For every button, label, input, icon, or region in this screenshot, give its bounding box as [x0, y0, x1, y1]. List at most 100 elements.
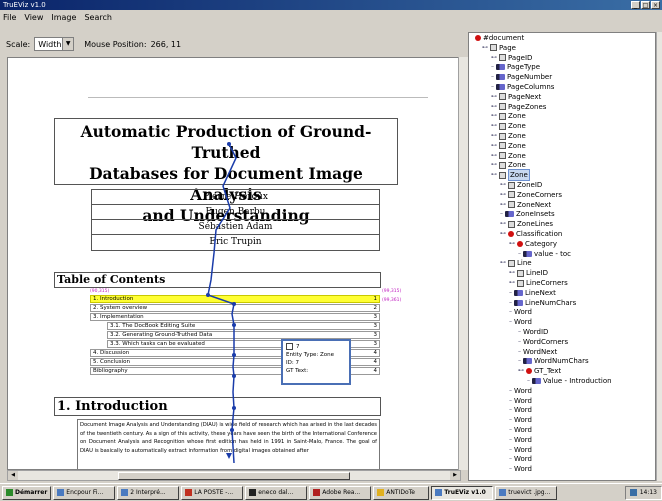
- tree-node[interactable]: ⊷ ZoneCorners: [500, 190, 562, 200]
- taskbar-item[interactable]: eneco dal...: [245, 485, 308, 500]
- maximize-icon[interactable]: □: [641, 1, 650, 9]
- tree-node[interactable]: – Word: [509, 435, 532, 445]
- tree-toggle-icon[interactable]: ⊷: [482, 43, 488, 53]
- tree-toggle-icon[interactable]: –: [509, 386, 512, 396]
- tree-node[interactable]: – LineNumChars: [509, 298, 576, 308]
- tree-toggle-icon[interactable]: –: [491, 82, 494, 92]
- tree-node[interactable]: ⊷ Zone: [491, 141, 526, 151]
- tree-toggle-icon[interactable]: ⊷: [500, 258, 506, 268]
- tree-toggle-icon[interactable]: ⊷: [500, 200, 506, 210]
- menu-image[interactable]: Image: [51, 13, 76, 22]
- tree-toggle-icon[interactable]: –: [518, 249, 521, 259]
- tree-node[interactable]: – Word: [509, 415, 532, 425]
- vertical-scrollbar[interactable]: [458, 57, 468, 470]
- tree-toggle-icon[interactable]: –: [509, 445, 512, 455]
- tree-toggle-icon[interactable]: ⊷: [491, 170, 497, 180]
- tree-toggle-icon[interactable]: ⊷: [509, 239, 515, 249]
- tree-toggle-icon[interactable]: ⊷: [500, 219, 506, 229]
- scroll-left-icon[interactable]: ◀: [8, 471, 18, 480]
- xml-tree-view[interactable]: #document ⊷ Page ⊷ PageID – PageType – PageNumbe…: [468, 32, 656, 481]
- tree-toggle-icon[interactable]: ⊷: [509, 268, 515, 278]
- tree-toggle-icon[interactable]: ⊷: [491, 151, 497, 161]
- tree-node[interactable]: – value - toc: [518, 249, 571, 259]
- tree-toggle-icon[interactable]: –: [491, 62, 494, 72]
- tree-toggle-icon[interactable]: ⊷: [491, 160, 497, 170]
- menu-file[interactable]: File: [3, 13, 16, 22]
- tree-node[interactable]: – Word: [509, 454, 532, 464]
- tree-toggle-icon[interactable]: –: [500, 209, 503, 219]
- tree-node[interactable]: ⊷ Zone: [491, 121, 526, 131]
- tree-node[interactable]: ⊷ Category: [509, 239, 557, 249]
- scroll-right-icon[interactable]: ▶: [450, 471, 460, 480]
- tree-toggle-icon[interactable]: –: [518, 327, 521, 337]
- tree-toggle-icon[interactable]: –: [509, 288, 512, 298]
- tree-toggle-icon[interactable]: –: [509, 425, 512, 435]
- tree-toggle-icon[interactable]: –: [518, 337, 521, 347]
- start-button[interactable]: Démarrer: [2, 485, 52, 500]
- tree-toggle-icon[interactable]: ⊷: [500, 190, 506, 200]
- tree-node[interactable]: – Word: [509, 307, 532, 317]
- tree-toggle-icon[interactable]: –: [509, 317, 512, 327]
- tree-toggle-icon[interactable]: ⊷: [491, 121, 497, 131]
- tree-node[interactable]: – Word: [509, 445, 532, 455]
- tree-toggle-icon[interactable]: ⊷: [500, 180, 506, 190]
- menu-search[interactable]: Search: [84, 13, 111, 22]
- tree-node[interactable]: – LineNext: [509, 288, 556, 298]
- menu-view[interactable]: View: [24, 13, 43, 22]
- tree-toggle-icon[interactable]: –: [509, 464, 512, 474]
- tree-toggle-icon[interactable]: –: [509, 298, 512, 308]
- tree-node[interactable]: – WordNext: [518, 347, 557, 357]
- chevron-down-icon[interactable]: ▼: [62, 38, 74, 50]
- tree-node[interactable]: ⊷ PageNext: [491, 92, 541, 102]
- tree-toggle-icon[interactable]: –: [509, 405, 512, 415]
- tree-toggle-icon[interactable]: ⊷: [491, 53, 497, 63]
- tree-toggle-icon[interactable]: ⊷: [491, 141, 497, 151]
- taskbar-item[interactable]: 2 Interpré...: [117, 485, 180, 500]
- tree-toggle-icon[interactable]: –: [509, 415, 512, 425]
- tree-toggle-icon[interactable]: ⊷: [491, 92, 497, 102]
- tree-toggle-icon[interactable]: ⊷: [491, 111, 497, 121]
- taskbar-item[interactable]: Encpour Fi...: [53, 485, 116, 500]
- tree-toggle-icon[interactable]: –: [509, 396, 512, 406]
- taskbar-item-active[interactable]: TruEViz v1.0: [431, 485, 494, 500]
- tree-node[interactable]: ⊷ Page: [482, 43, 516, 53]
- tree-node[interactable]: – ZoneInsets: [500, 209, 555, 219]
- tree-node[interactable]: ⊷ ZoneNext: [500, 200, 551, 210]
- tree-node[interactable]: – Word: [509, 396, 532, 406]
- tree-node[interactable]: ⊷ Zone: [491, 131, 526, 141]
- tree-toggle-icon[interactable]: ⊷: [509, 278, 515, 288]
- tree-node[interactable]: ⊷ ZoneLines: [500, 219, 553, 229]
- horizontal-scrollbar[interactable]: ◀ ▶: [7, 470, 461, 481]
- tree-node[interactable]: – PageNumber: [491, 72, 552, 82]
- tree-toggle-icon[interactable]: –: [491, 72, 494, 82]
- tree-toggle-icon[interactable]: –: [518, 347, 521, 357]
- tree-node[interactable]: – Word: [509, 464, 532, 474]
- tree-node[interactable]: ⊷ ZoneID: [500, 180, 542, 190]
- tree-node[interactable]: – Word: [509, 405, 532, 415]
- tree-node[interactable]: ⊷ GT_Text: [518, 366, 561, 376]
- tree-node[interactable]: ⊷ PageZones: [491, 102, 546, 112]
- tree-node[interactable]: ⊷ Classification: [500, 229, 562, 239]
- tree-node[interactable]: ⊷ LineID: [509, 268, 548, 278]
- tree-toggle-icon[interactable]: ⊷: [491, 131, 497, 141]
- close-icon[interactable]: ×: [651, 1, 660, 9]
- tree-node[interactable]: ⊷ Line: [500, 258, 532, 268]
- tree-node[interactable]: – WordID: [518, 327, 548, 337]
- tree-node[interactable]: – Word: [509, 425, 532, 435]
- taskbar-item[interactable]: truevict .jpg...: [495, 485, 558, 500]
- tree-node[interactable]: ⊷ Zone: [491, 169, 530, 182]
- tree-toggle-icon[interactable]: ⊷: [500, 229, 506, 239]
- tree-node[interactable]: – WordNumChars: [518, 356, 589, 366]
- minimize-icon[interactable]: _: [631, 1, 640, 9]
- taskbar-item[interactable]: Adobe Rea...: [309, 485, 372, 500]
- tree-toggle-icon[interactable]: –: [518, 356, 521, 366]
- tree-node[interactable]: ⊷ Zone: [491, 151, 526, 161]
- tree-node[interactable]: ⊷ PageID: [491, 53, 532, 63]
- tree-toggle-icon[interactable]: ⊷: [518, 366, 524, 376]
- scale-select[interactable]: Width ▼: [34, 37, 75, 51]
- tree-node[interactable]: – Word: [509, 386, 532, 396]
- tree-node[interactable]: – Value - Introduction: [527, 376, 612, 386]
- tree-toggle-icon[interactable]: –: [509, 435, 512, 445]
- tree-node[interactable]: ⊷ LineCorners: [509, 278, 568, 288]
- taskbar-item[interactable]: ANTIDoTe: [373, 485, 430, 500]
